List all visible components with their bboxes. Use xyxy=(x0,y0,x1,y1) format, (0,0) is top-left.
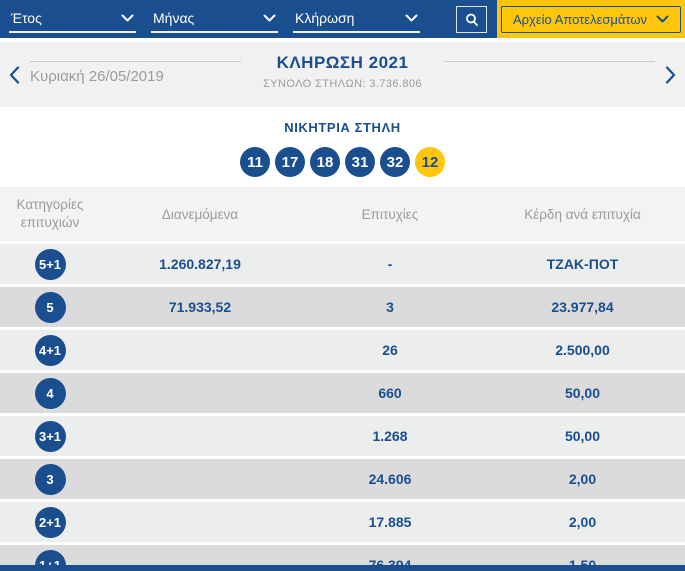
draw-header-panel: Κυριακή 26/05/2019 ΚΛΗΡΩΣΗ 2021 ΣΥΝΟΛΟ Σ… xyxy=(0,42,685,107)
category-cell: 4+1 xyxy=(0,335,100,366)
results-table: Κατηγορίες επιτυχιών Διανεμόμενα Επιτυχί… xyxy=(0,187,685,571)
winning-numbers-label: ΝΙΚΗΤΡΙΑ ΣΤΗΛΗ xyxy=(0,120,685,135)
bottom-accent-bar xyxy=(0,565,685,571)
prize-cell: ΤΖΑΚ-ΠΟΤ xyxy=(480,256,685,272)
winning-number-ball: 31 xyxy=(345,147,375,177)
column-header-categories: Κατηγορίες επιτυχιών xyxy=(0,196,100,232)
table-row: 2+1 17.8852,00 xyxy=(0,502,685,542)
prize-cell: 50,00 xyxy=(480,385,685,401)
winners-cell: 3 xyxy=(300,299,480,315)
chevron-down-icon xyxy=(405,14,418,22)
column-header-winners: Επιτυχίες xyxy=(300,207,480,222)
category-cell: 3 xyxy=(0,464,100,495)
search-button[interactable] xyxy=(456,6,487,33)
table-header-row: Κατηγορίες επιτυχιών Διανεμόμενα Επιτυχί… xyxy=(0,187,685,241)
archive-area: Αρχείο Αποτελεσμάτων xyxy=(497,0,685,38)
chevron-left-icon xyxy=(9,66,20,84)
filter-bar: Έτος Μήνας Κλήρωση xyxy=(0,0,497,38)
winners-cell: 24.606 xyxy=(300,471,480,487)
category-badge: 3+1 xyxy=(35,421,66,452)
winning-number-ball: 18 xyxy=(310,147,340,177)
results-archive-button[interactable]: Αρχείο Αποτελεσμάτων xyxy=(501,6,681,33)
category-cell: 2+1 xyxy=(0,507,100,538)
category-badge: 5 xyxy=(35,292,66,323)
category-badge: 4+1 xyxy=(35,335,66,366)
column-header-prize: Κέρδη ανά επιτυχία xyxy=(480,207,685,222)
year-dropdown-label: Έτος xyxy=(11,10,42,26)
table-row: 4 66050,00 xyxy=(0,373,685,413)
category-cell: 5+1 xyxy=(0,249,100,280)
right-line-block xyxy=(444,61,655,89)
prize-cell: 2,00 xyxy=(480,514,685,530)
table-row: 5+1 1.260.827,19-ΤΖΑΚ-ΠΟΤ xyxy=(0,244,685,284)
prize-cell: 2,00 xyxy=(480,471,685,487)
magnifier-icon xyxy=(464,12,480,28)
divider-line xyxy=(444,61,655,62)
prize-cell: 50,00 xyxy=(480,428,685,444)
category-badge: 4 xyxy=(35,378,66,409)
winning-number-ball: 17 xyxy=(275,147,305,177)
category-badge: 3 xyxy=(35,464,66,495)
table-body: 5+11.260.827,19-ΤΖΑΚ-ΠΟΤ571.933,52323.97… xyxy=(0,244,685,571)
total-columns-text: ΣΥΝΟΛΟ ΣΤΗΛΩΝ: 3.736.806 xyxy=(263,78,422,90)
divider-line xyxy=(30,61,241,62)
chevron-down-icon xyxy=(263,14,276,22)
category-badge: 2+1 xyxy=(35,507,66,538)
category-cell: 5 xyxy=(0,292,100,323)
draw-dropdown[interactable]: Κλήρωση xyxy=(293,8,420,33)
month-dropdown[interactable]: Μήνας xyxy=(151,8,278,33)
winning-number-ball: 32 xyxy=(380,147,410,177)
table-row: 3+1 1.26850,00 xyxy=(0,416,685,456)
category-badge: 5+1 xyxy=(35,249,66,280)
distributed-cell: 1.260.827,19 xyxy=(100,256,300,272)
next-draw-button[interactable] xyxy=(663,66,678,84)
draw-date: Κυριακή 26/05/2019 xyxy=(30,65,241,89)
category-cell: 3+1 xyxy=(0,421,100,452)
table-row: 3 24.6062,00 xyxy=(0,459,685,499)
winners-cell: 1.268 xyxy=(300,428,480,444)
winners-cell: 660 xyxy=(300,385,480,401)
category-cell: 4 xyxy=(0,378,100,409)
draw-date-block: Κυριακή 26/05/2019 xyxy=(30,61,241,89)
draw-title: ΚΛΗΡΩΣΗ 2021 xyxy=(263,53,422,73)
prize-cell: 2.500,00 xyxy=(480,342,685,358)
results-archive-label: Αρχείο Αποτελεσμάτων xyxy=(513,12,647,27)
chevron-down-icon xyxy=(121,14,134,22)
bonus-number-ball: 12 xyxy=(415,147,445,177)
prize-cell: 23.977,84 xyxy=(480,299,685,315)
winners-cell: 26 xyxy=(300,342,480,358)
draw-title-block: ΚΛΗΡΩΣΗ 2021 ΣΥΝΟΛΟ ΣΤΗΛΩΝ: 3.736.806 xyxy=(249,53,436,90)
previous-draw-button[interactable] xyxy=(7,66,22,84)
winning-numbers-row: 111718313212 xyxy=(0,147,685,177)
table-row: 5 71.933,52323.977,84 xyxy=(0,287,685,327)
top-toolbar: Έτος Μήνας Κλήρωση Αρχείο Αποτελεσμάτων xyxy=(0,0,685,38)
year-dropdown[interactable]: Έτος xyxy=(9,8,136,33)
winning-numbers-section: ΝΙΚΗΤΡΙΑ ΣΤΗΛΗ 111718313212 xyxy=(0,107,685,187)
winners-cell: 17.885 xyxy=(300,514,480,530)
chevron-right-icon xyxy=(665,66,676,84)
draw-dropdown-label: Κλήρωση xyxy=(295,10,354,26)
month-dropdown-label: Μήνας xyxy=(153,10,194,26)
winners-cell: - xyxy=(300,256,480,272)
column-header-distributed: Διανεμόμενα xyxy=(100,207,300,222)
winning-number-ball: 11 xyxy=(240,147,270,177)
table-row: 4+1 262.500,00 xyxy=(0,330,685,370)
distributed-cell: 71.933,52 xyxy=(100,299,300,315)
chevron-down-icon xyxy=(656,15,669,23)
